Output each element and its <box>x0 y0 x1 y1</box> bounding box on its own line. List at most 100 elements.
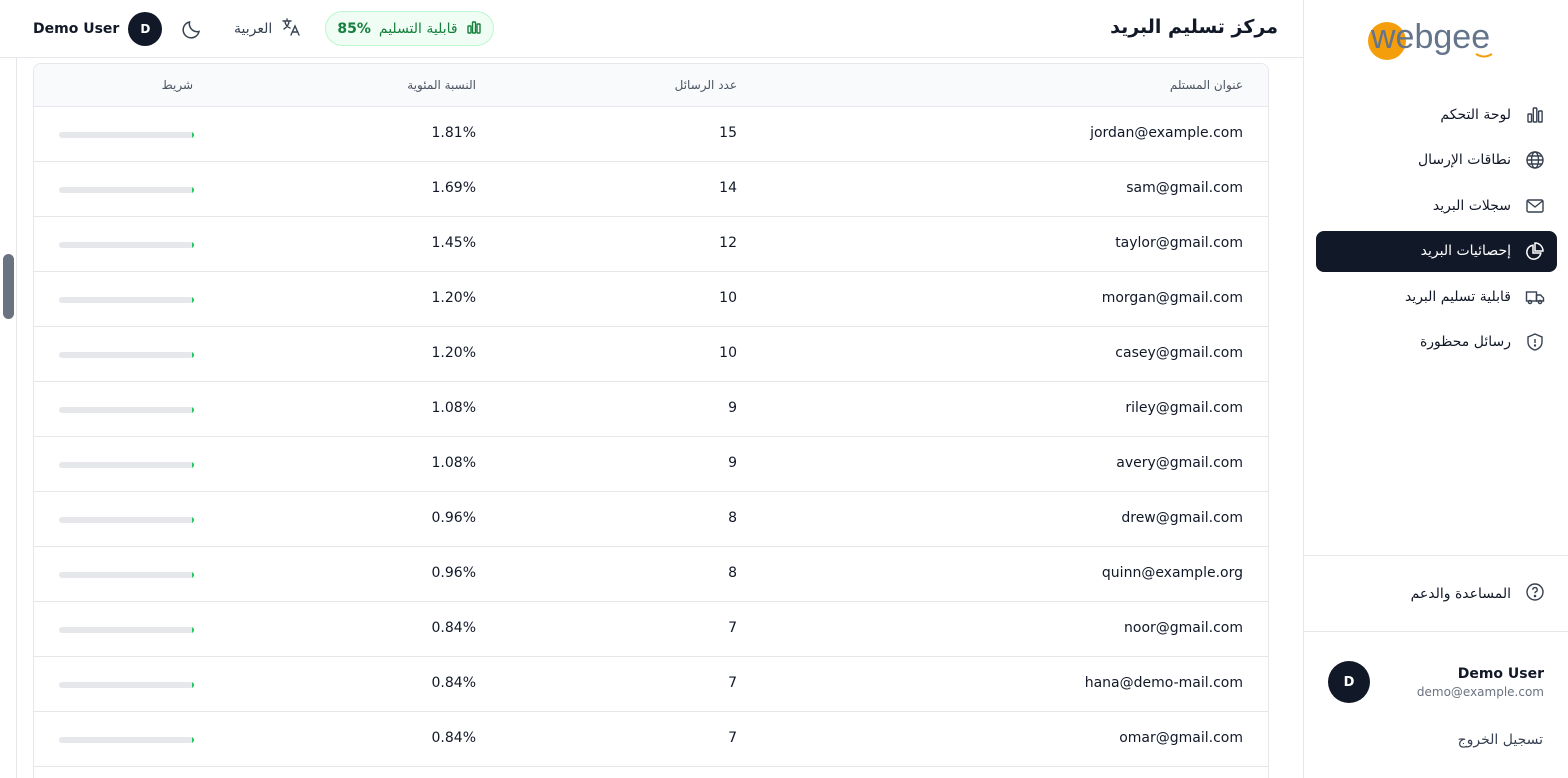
recipient-email: jordan@example.com <box>1090 125 1243 141</box>
message-count: 8 <box>728 565 737 581</box>
percentage: 0.84% <box>431 675 476 691</box>
avatar: D <box>1328 661 1370 703</box>
table-row[interactable]: jordan@example.com 15 1.81% <box>34 107 1268 162</box>
mail-icon <box>1525 196 1545 216</box>
percentage-bar-fill <box>191 187 194 193</box>
sidebar: webgee لوحة التحكم نطاقات الإرسال سجلات ال… <box>1303 0 1568 778</box>
percentage-bar-fill <box>192 352 194 358</box>
recipient-email: casey@gmail.com <box>1115 345 1243 361</box>
percentage-bar <box>59 462 194 468</box>
percentage: 1.45% <box>431 235 476 251</box>
recipient-email: morgan@gmail.com <box>1101 290 1243 306</box>
percentage: 1.08% <box>431 400 476 416</box>
table-row[interactable]: quinn@example.org 8 0.96% <box>34 547 1268 602</box>
svg-text:webgee: webgee <box>1370 18 1490 56</box>
bar-chart-icon <box>466 19 482 39</box>
table-header: عنوان المستلم عدد الرسائل النسبة المئوية… <box>34 64 1268 107</box>
message-count: 14 <box>719 180 737 196</box>
help-circle-icon <box>1525 582 1545 606</box>
column-header-count[interactable]: عدد الرسائل <box>675 78 737 92</box>
shield-icon <box>1525 332 1545 352</box>
table-row[interactable]: sam@gmail.com 14 1.69% <box>34 162 1268 217</box>
table-row[interactable]: avery@gmail.com 9 1.08% <box>34 437 1268 492</box>
table-body: jordan@example.com 15 1.81% sam@gmail.com 14… <box>34 107 1268 767</box>
sidebar-item-bar-chart[interactable]: لوحة التحكم <box>1316 94 1557 135</box>
sidebar-item-label: رسائل محظورة <box>1419 334 1511 351</box>
percentage-bar-fill <box>192 517 194 523</box>
bar-chart-icon <box>1525 105 1545 125</box>
table-row[interactable]: omar@gmail.com 7 0.84% <box>34 712 1268 767</box>
percentage-bar-fill <box>192 682 194 688</box>
table-row[interactable]: noor@gmail.com 7 0.84% <box>34 602 1268 657</box>
column-header-percent[interactable]: النسبة المئوية <box>407 78 476 92</box>
avatar: D <box>128 12 163 46</box>
table-row[interactable]: taylor@gmail.com 12 1.45% <box>34 217 1268 272</box>
percentage-bar <box>59 627 194 633</box>
translate-icon <box>281 17 301 41</box>
page-title: مركز تسليم البريد <box>1110 16 1278 38</box>
percentage-bar-fill <box>192 407 194 413</box>
percentage: 1.81% <box>431 125 476 141</box>
percentage: 0.96% <box>431 510 476 526</box>
sidebar-item-label: قابلية تسليم البريد <box>1404 288 1511 305</box>
recipient-email: noor@gmail.com <box>1124 620 1243 636</box>
deliverability-value: 85% <box>337 20 371 37</box>
sidebar-nav: لوحة التحكم نطاقات الإرسال سجلات البريد إحص… <box>1316 94 1557 368</box>
percentage-bar-fill <box>192 297 194 303</box>
percentage: 1.69% <box>431 180 476 196</box>
recipient-email: sam@gmail.com <box>1126 180 1243 196</box>
percentage: 1.08% <box>431 455 476 471</box>
truck-icon <box>1525 287 1545 307</box>
percentage-bar <box>59 737 194 743</box>
recipient-email: omar@gmail.com <box>1119 730 1243 746</box>
message-count: 9 <box>728 455 737 471</box>
percentage-bar-fill <box>192 242 194 248</box>
table-row[interactable]: drew@gmail.com 8 0.96% <box>34 492 1268 547</box>
percentage-bar <box>59 297 194 303</box>
sidebar-divider <box>1304 631 1568 632</box>
help-support-link[interactable]: المساعدة والدعم <box>1316 574 1557 614</box>
column-header-email[interactable]: عنوان المستلم <box>1170 78 1243 92</box>
message-count: 7 <box>728 730 737 746</box>
recipient-email: quinn@example.org <box>1101 565 1243 581</box>
scrollbar-thumb[interactable] <box>3 254 14 319</box>
language-switcher[interactable]: العربية <box>234 17 301 41</box>
sidebar-user-card[interactable]: Demo User demo@example.com D <box>1328 660 1544 704</box>
pie-chart-icon <box>1525 241 1545 261</box>
sidebar-item-label: نطاقات الإرسال <box>1417 152 1511 169</box>
sidebar-item-label: لوحة التحكم <box>1440 106 1511 123</box>
logout-button[interactable]: تسجيل الخروج <box>1458 732 1543 748</box>
percentage-bar <box>59 242 194 248</box>
percentage-bar-fill <box>192 462 194 468</box>
sidebar-item-label: إحصائيات البريد <box>1420 243 1511 260</box>
table-row[interactable]: hana@demo-mail.com 7 0.84% <box>34 657 1268 712</box>
table-row[interactable]: casey@gmail.com 10 1.20% <box>34 327 1268 382</box>
webgee-logo[interactable]: webgee <box>1366 16 1508 64</box>
percentage-bar <box>59 407 194 413</box>
percentage-bar <box>59 187 194 193</box>
language-label: العربية <box>234 21 273 37</box>
header-user-menu[interactable]: Demo User D <box>33 12 163 46</box>
percentage: 0.84% <box>431 730 476 746</box>
message-count: 10 <box>719 345 737 361</box>
globe-icon <box>1525 150 1545 170</box>
theme-toggle-moon-icon[interactable] <box>181 18 203 40</box>
recipient-email: drew@gmail.com <box>1121 510 1243 526</box>
message-count: 15 <box>719 125 737 141</box>
message-count: 9 <box>728 400 737 416</box>
table-row[interactable]: riley@gmail.com 9 1.08% <box>34 382 1268 437</box>
recipients-table: عنوان المستلم عدد الرسائل النسبة المئوية… <box>33 63 1269 778</box>
percentage-bar <box>59 132 194 138</box>
scrollbar[interactable] <box>0 58 17 778</box>
sidebar-item-label: سجلات البريد <box>1432 197 1511 214</box>
column-header-bar[interactable]: شريط <box>162 78 193 92</box>
percentage: 0.84% <box>431 620 476 636</box>
sidebar-item-pie-chart[interactable]: إحصائيات البريد <box>1316 230 1557 272</box>
table-row[interactable]: morgan@gmail.com 10 1.20% <box>34 272 1268 327</box>
sidebar-item-globe[interactable]: نطاقات الإرسال <box>1316 140 1557 181</box>
recipient-email: riley@gmail.com <box>1125 400 1243 416</box>
deliverability-badge[interactable]: 85% قابلية التسليم <box>325 11 494 46</box>
sidebar-item-truck[interactable]: قابلية تسليم البريد <box>1316 276 1557 317</box>
sidebar-item-shield[interactable]: رسائل محظورة <box>1316 322 1557 363</box>
sidebar-item-mail[interactable]: سجلات البريد <box>1316 185 1557 226</box>
